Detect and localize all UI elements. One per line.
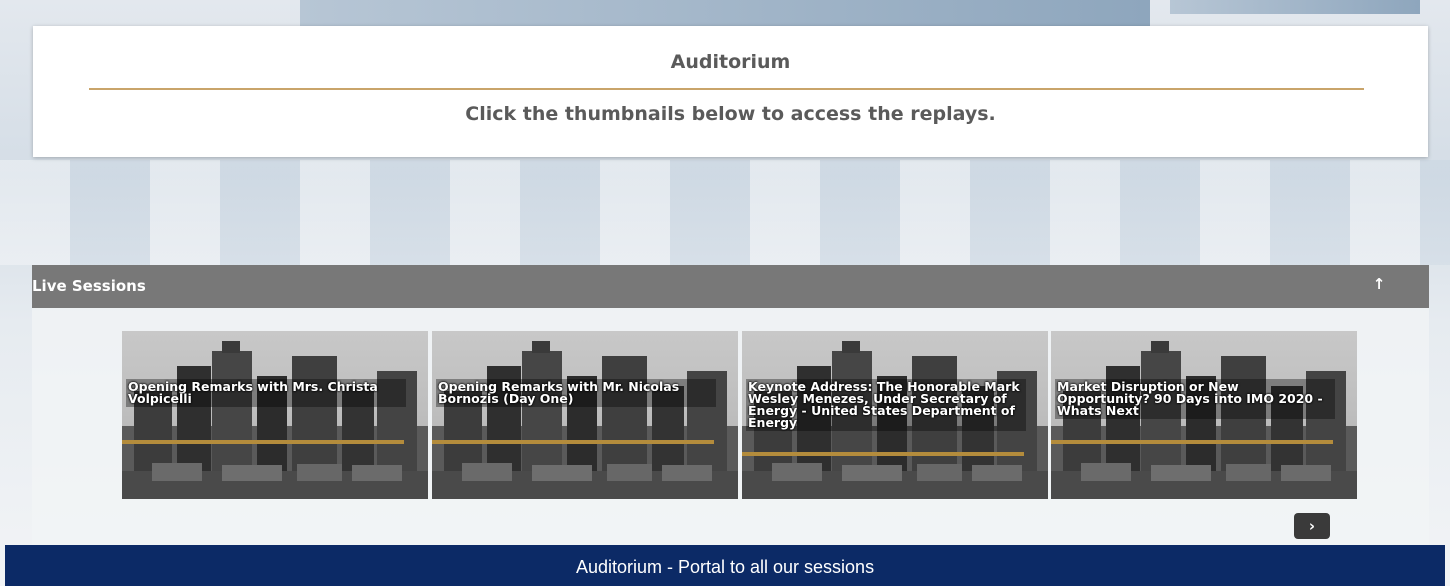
header-card: Auditorium Click the thumbnails below to… xyxy=(33,26,1428,157)
collapse-arrow-icon[interactable]: ↑ xyxy=(1369,275,1389,297)
background-glass xyxy=(0,160,1450,265)
session-title: Opening Remarks with Mrs. Christa Volpic… xyxy=(126,379,406,407)
footer-text: Auditorium - Portal to all our sessions xyxy=(575,557,875,577)
footer-bar: Auditorium - Portal to all our sessions xyxy=(5,545,1445,586)
carousel-next-button[interactable]: › xyxy=(1294,513,1330,539)
section-title: Live Sessions xyxy=(32,277,146,295)
thumbnail-accent-line xyxy=(742,452,1024,456)
background-beam xyxy=(1170,0,1420,14)
chevron-right-icon: › xyxy=(1308,517,1316,535)
thumbnail-accent-line xyxy=(122,440,404,444)
header-divider xyxy=(89,88,1364,90)
session-title: Market Disruption or New Opportunity? 90… xyxy=(1055,379,1335,419)
city-skyline-image xyxy=(432,341,738,499)
session-title: Keynote Address: The Honorable Mark Wesl… xyxy=(746,379,1026,431)
page-subtitle: Click the thumbnails below to access the… xyxy=(465,103,996,125)
session-title: Opening Remarks with Mr. Nicolas Bornozi… xyxy=(436,379,716,407)
thumbnail-accent-line xyxy=(432,440,714,444)
live-sessions-header[interactable]: Live Sessions ↑ xyxy=(32,265,1429,308)
page-title: Auditorium xyxy=(670,51,791,73)
background-beam xyxy=(300,0,1150,26)
city-skyline-image xyxy=(122,341,428,499)
session-thumbnail[interactable]: Opening Remarks with Mr. Nicolas Bornozi… xyxy=(432,331,738,499)
thumbnail-accent-line xyxy=(1051,440,1333,444)
session-thumbnail[interactable]: Market Disruption or New Opportunity? 90… xyxy=(1051,331,1357,499)
session-thumbnail[interactable]: Opening Remarks with Mrs. Christa Volpic… xyxy=(122,331,428,499)
session-thumbnail[interactable]: Keynote Address: The Honorable Mark Wesl… xyxy=(742,331,1048,499)
